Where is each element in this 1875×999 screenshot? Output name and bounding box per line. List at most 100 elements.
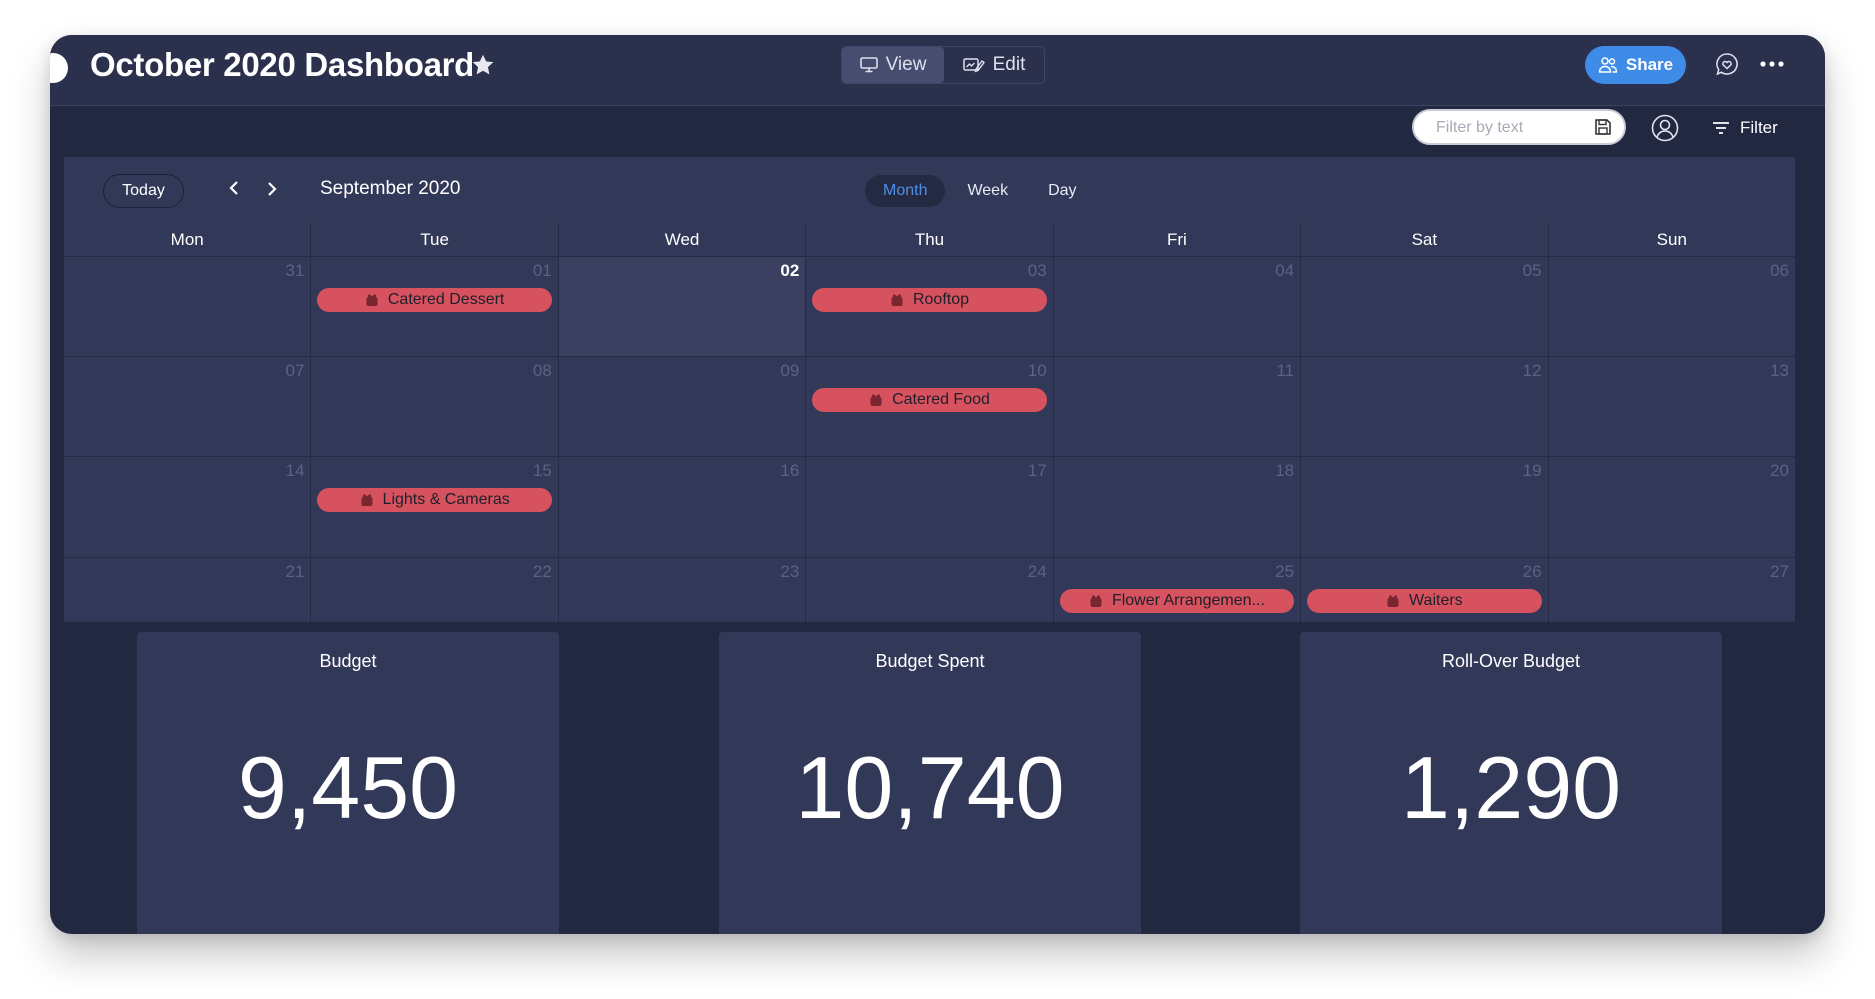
event-label: Rooftop [912,291,970,308]
calendar-day-cell[interactable]: 01 Catered Dessert [311,257,558,356]
day-number: 13 [1770,361,1789,380]
day-number: 14 [285,461,305,480]
event-label: Lights & Cameras [382,491,510,508]
weekday-header-wed: Wed [558,223,806,256]
calendar-day-cell[interactable]: 26 Waiters [1301,558,1548,622]
chat-heart-icon[interactable] [1714,51,1740,77]
filter-label: Filter [1740,118,1778,137]
dashboard-panel: October 2020 Dashboard View Edit Share F… [50,35,1825,934]
gift-icon [1386,594,1400,608]
calendar-event[interactable]: Flower Arrangemen... [1059,589,1295,613]
chevron-right-icon[interactable] [265,180,279,198]
day-number: 15 [532,461,552,480]
calendar-event[interactable]: Waiters [1307,589,1542,613]
kpi-title: Roll-Over Budget [1441,651,1581,671]
gift-icon [1089,594,1103,608]
calendar-event[interactable]: Rooftop [812,288,1047,312]
calendar-day-cell[interactable]: 18 [1053,457,1301,557]
star-icon[interactable] [470,52,496,78]
calendar-event[interactable]: Lights & Cameras [317,488,552,512]
weekday-header-sat: Sat [1301,223,1548,256]
calendar-day-cell[interactable]: 20 [1548,457,1795,557]
view-edit-toggle: View Edit [841,46,1045,84]
current-month-label: September 2020 [320,178,461,199]
filter-icon [1713,122,1729,134]
tab-week[interactable]: Week [949,175,1026,207]
people-icon [1598,57,1618,73]
filter-input[interactable] [1434,116,1588,140]
calendar-day-cell[interactable]: 19 [1301,457,1548,557]
filter-button[interactable]: Filter [1712,113,1778,143]
calendar-day-cell[interactable]: 10 Catered Food [806,357,1053,456]
calendar-day-cell[interactable]: 07 [64,357,311,456]
event-label: Catered Food [892,391,990,408]
monitor-icon [859,57,878,73]
tab-month[interactable]: Month [865,175,946,207]
person-icon[interactable] [1651,114,1679,142]
weekday-header-sun: Sun [1548,223,1795,256]
day-number: 12 [1522,361,1542,380]
calendar-day-cell[interactable]: 06 [1548,257,1795,356]
event-label: Waiters [1409,592,1463,609]
calendar-day-cell[interactable]: 13 [1548,357,1795,456]
calendar-day-cell[interactable]: 24 [806,558,1053,622]
share-button[interactable]: Share [1585,46,1686,84]
calendar-day-cell[interactable]: 09 [558,357,806,456]
day-number: 17 [1027,461,1047,480]
day-number: 19 [1522,461,1542,480]
day-number: 22 [532,562,552,581]
calendar-event[interactable]: Catered Dessert [317,288,552,312]
today-button[interactable]: Today [103,174,184,208]
kpi-card-rollover-budget: Roll-Over Budget 1,290 [1300,632,1722,934]
gift-icon [365,293,379,307]
kpi-title: Budget Spent [875,651,985,671]
save-icon[interactable] [1594,118,1612,136]
chart-edit-icon [962,58,985,73]
calendar-day-cell[interactable]: 16 [558,457,806,557]
kpi-title: Budget [319,651,377,671]
day-number: 04 [1275,261,1295,280]
more-horizontal-icon[interactable] [1760,60,1784,68]
calendar-day-cell[interactable]: 11 [1053,357,1301,456]
collapse-sidebar-button[interactable] [50,53,68,83]
calendar-day-cell[interactable]: 22 [311,558,558,622]
calendar-day-cell[interactable]: 03 Rooftop [806,257,1053,356]
calendar-day-cell[interactable]: 05 [1301,257,1548,356]
calendar-day-cell[interactable]: 23 [558,558,806,622]
calendar-day-cell[interactable]: 14 [64,457,311,557]
filter-search-box [1412,109,1626,145]
calendar-day-cell[interactable]: 04 [1053,257,1301,356]
day-number: 23 [780,562,800,581]
calendar-toolbar: Today September 2020 Month Week Day [64,157,1795,223]
calendar-day-cell[interactable]: 15 Lights & Cameras [311,457,558,557]
event-label: Catered Dessert [387,291,505,308]
calendar-day-cell[interactable]: 17 [806,457,1053,557]
dashboard-header: October 2020 Dashboard View Edit Share [50,35,1825,106]
day-number: 31 [285,261,305,280]
tab-day[interactable]: Day [1030,175,1094,207]
calendar-day-cell[interactable]: 21 [64,558,311,622]
calendar-day-cell[interactable]: 25 Flower Arrangemen... [1053,558,1301,622]
calendar-day-cell[interactable]: 08 [311,357,558,456]
calendar-event[interactable]: Catered Food [812,388,1047,412]
calendar-day-cell[interactable]: 31 [64,257,311,356]
view-label: View [885,54,927,75]
calendar-day-cell[interactable]: 27 [1548,558,1795,622]
day-number: 09 [780,361,800,380]
calendar-view-tabs: Month Week Day [865,175,1095,207]
day-number: 01 [532,261,552,280]
edit-button[interactable]: Edit [944,47,1044,83]
calendar-day-cell[interactable]: 12 [1301,357,1548,456]
calendar-day-cell[interactable]: 02 [558,257,806,356]
day-number: 16 [780,461,800,480]
kpi-value: 9,450 [237,738,459,837]
view-button[interactable]: View [842,47,944,83]
day-number: 06 [1770,261,1789,280]
gift-icon [869,393,883,407]
day-number: 18 [1275,461,1295,480]
chevron-left-icon[interactable] [227,179,241,197]
weekday-header-fri: Fri [1053,223,1301,256]
kpi-card-budget-spent: Budget Spent 10,740 [719,632,1141,934]
day-number: 24 [1027,562,1047,581]
day-number: 25 [1275,562,1295,581]
